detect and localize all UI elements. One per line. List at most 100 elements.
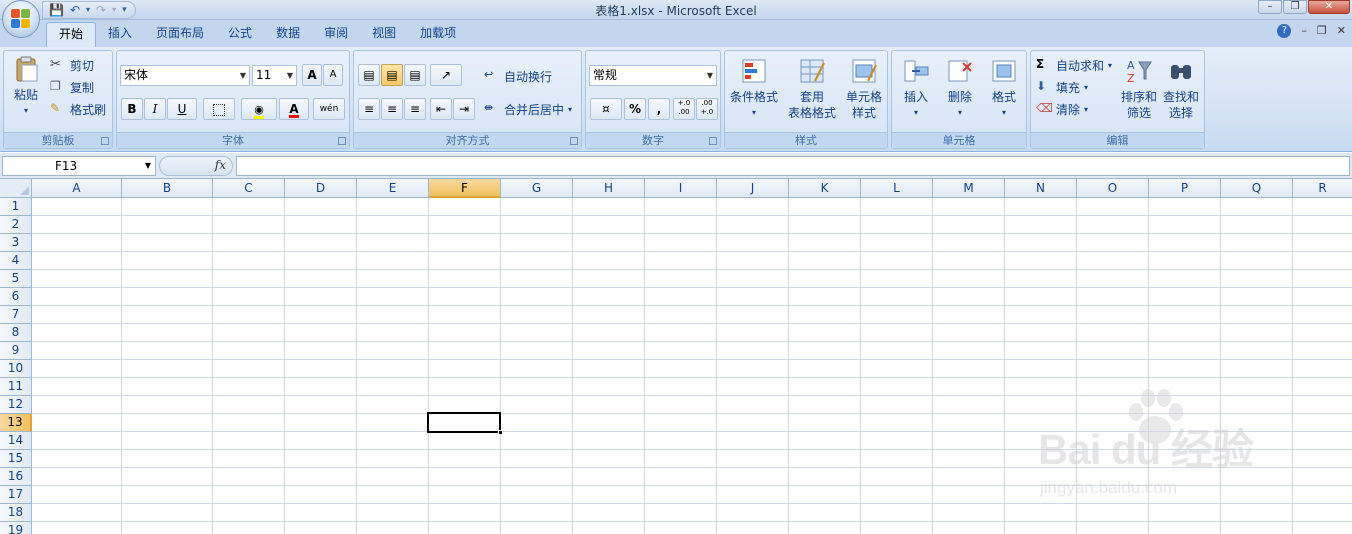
number-launcher-icon[interactable] [709,137,717,145]
column-header-j[interactable]: J [717,179,789,198]
help-icon[interactable]: ? [1277,24,1292,38]
fill-button[interactable]: ⬇ 填充 ▾ [1036,77,1088,97]
sort-filter-button[interactable]: AZ 排序和 筛选 [1119,57,1159,121]
column-header-o[interactable]: O [1077,179,1149,198]
row-header-6[interactable]: 6 [0,288,32,306]
format-painter-button[interactable]: ✎ 格式刷 [50,99,106,119]
grow-font-button[interactable]: A [302,64,322,86]
office-button[interactable] [2,0,40,38]
tab-home[interactable]: 开始 [46,22,97,47]
row-header-3[interactable]: 3 [0,234,32,252]
column-header-r[interactable]: R [1293,179,1352,198]
paste-button[interactable]: 粘贴 ▾ [8,55,44,119]
phonetic-button[interactable]: wén [313,98,345,120]
row-header-14[interactable]: 14 [0,432,32,450]
row-header-7[interactable]: 7 [0,306,32,324]
active-cell[interactable] [427,412,503,435]
increase-indent-button[interactable]: ⇥ [453,98,475,120]
column-header-q[interactable]: Q [1221,179,1293,198]
format-as-table-button[interactable]: 套用 表格格式 [783,57,841,121]
restore-button[interactable]: ❐ [1283,0,1307,14]
bold-button[interactable]: B [121,98,143,120]
fill-color-button[interactable]: ◉ [241,98,277,120]
comma-button[interactable]: , [648,98,670,120]
column-header-a[interactable]: A [32,179,122,198]
align-left-button[interactable]: ≡ [358,98,380,120]
row-header-15[interactable]: 15 [0,450,32,468]
tab-insert[interactable]: 插入 [96,22,144,47]
insert-cells-button[interactable]: 插入 ▾ [896,57,936,121]
tab-review[interactable]: 审阅 [312,22,360,47]
column-header-p[interactable]: P [1149,179,1221,198]
merge-center-button[interactable]: ⇼ 合并后居中 ▾ [484,99,572,119]
fill-handle[interactable] [498,430,503,435]
column-header-h[interactable]: H [573,179,645,198]
format-cells-button[interactable]: 格式 ▾ [984,57,1024,121]
align-right-button[interactable]: ≡ [404,98,426,120]
find-select-button[interactable]: 查找和 选择 [1161,57,1201,121]
orientation-button[interactable]: ↗ [430,64,462,86]
border-button[interactable] [203,98,235,120]
row-header-1[interactable]: 1 [0,198,32,216]
tab-data[interactable]: 数据 [264,22,312,47]
alignment-launcher-icon[interactable] [570,137,578,145]
accounting-format-button[interactable]: ¤ [590,98,622,120]
workbook-close-button[interactable]: ✕ [1337,24,1346,38]
decrease-indent-button[interactable]: ⇤ [430,98,452,120]
italic-button[interactable]: I [144,98,166,120]
wrap-text-button[interactable]: ↩ 自动换行 [484,66,552,86]
align-bottom-button[interactable]: ▤ [404,64,426,86]
number-format-combo[interactable]: 常规 ▼ [589,65,717,86]
row-header-19[interactable]: 19 [0,522,32,534]
select-all-button[interactable] [0,179,32,198]
shrink-font-button[interactable]: A [323,64,343,86]
autosum-button[interactable]: Σ 自动求和 ▾ [1036,55,1112,75]
clear-button[interactable]: ⌫ 清除 ▾ [1036,99,1088,119]
row-header-5[interactable]: 5 [0,270,32,288]
name-box[interactable]: F13 ▼ [2,156,156,176]
font-name-combo[interactable]: 宋体 ▼ [120,65,250,86]
align-center-button[interactable]: ≡ [381,98,403,120]
workbook-minimize-button[interactable]: – [1301,24,1307,38]
row-header-8[interactable]: 8 [0,324,32,342]
row-header-9[interactable]: 9 [0,342,32,360]
row-header-18[interactable]: 18 [0,504,32,522]
column-header-l[interactable]: L [861,179,933,198]
tab-view[interactable]: 视图 [360,22,408,47]
row-header-13[interactable]: 13 [0,414,32,432]
font-color-button[interactable]: A [279,98,309,120]
percent-button[interactable]: % [624,98,646,120]
insert-function-icon[interactable]: fx [215,158,226,172]
align-middle-button[interactable]: ▤ [381,64,403,86]
column-header-m[interactable]: M [933,179,1005,198]
workbook-restore-button[interactable]: ❐ [1317,24,1327,38]
tab-page-layout[interactable]: 页面布局 [144,22,216,47]
underline-button[interactable]: U [167,98,197,120]
font-launcher-icon[interactable] [338,137,346,145]
delete-cells-button[interactable]: 删除 ▾ [940,57,980,121]
formula-input[interactable] [236,156,1350,176]
column-header-e[interactable]: E [357,179,429,198]
column-header-b[interactable]: B [122,179,213,198]
copy-button[interactable]: ❐ 复制 [50,77,94,97]
cell-styles-button[interactable]: 单元格 样式 [843,57,885,121]
align-top-button[interactable]: ▤ [358,64,380,86]
close-button[interactable]: ✕ [1308,0,1350,14]
column-header-k[interactable]: K [789,179,861,198]
conditional-formatting-button[interactable]: 条件格式 ▾ [728,57,780,121]
row-header-17[interactable]: 17 [0,486,32,504]
font-size-combo[interactable]: 11 ▼ [252,65,297,86]
column-header-f[interactable]: F [429,179,501,198]
column-header-i[interactable]: I [645,179,717,198]
row-header-16[interactable]: 16 [0,468,32,486]
row-header-12[interactable]: 12 [0,396,32,414]
column-header-g[interactable]: G [501,179,573,198]
column-header-n[interactable]: N [1005,179,1077,198]
row-header-10[interactable]: 10 [0,360,32,378]
clipboard-launcher-icon[interactable] [101,137,109,145]
row-header-4[interactable]: 4 [0,252,32,270]
row-header-2[interactable]: 2 [0,216,32,234]
tab-addins[interactable]: 加载项 [408,22,468,47]
tab-formulas[interactable]: 公式 [216,22,264,47]
cut-button[interactable]: ✂ 剪切 [50,55,94,75]
